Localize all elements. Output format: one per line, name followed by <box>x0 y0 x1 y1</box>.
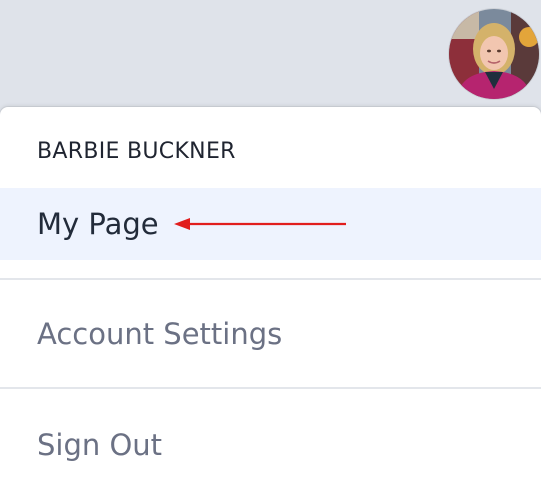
user-name: BARBIE BUCKNER <box>37 139 236 164</box>
arrow-left-icon <box>174 218 346 230</box>
avatar-photo-icon <box>449 9 539 99</box>
divider <box>0 387 541 389</box>
menu-item-sign-out[interactable]: Sign Out <box>0 409 541 481</box>
divider <box>0 278 541 280</box>
account-dropdown-menu: BARBIE BUCKNER My Page Account Settings … <box>0 107 541 494</box>
menu-item-label: My Page <box>37 207 159 241</box>
user-avatar[interactable] <box>449 9 539 99</box>
menu-item-label: Sign Out <box>37 428 163 462</box>
menu-item-account-settings[interactable]: Account Settings <box>0 298 541 370</box>
menu-item-label: Account Settings <box>37 317 283 351</box>
